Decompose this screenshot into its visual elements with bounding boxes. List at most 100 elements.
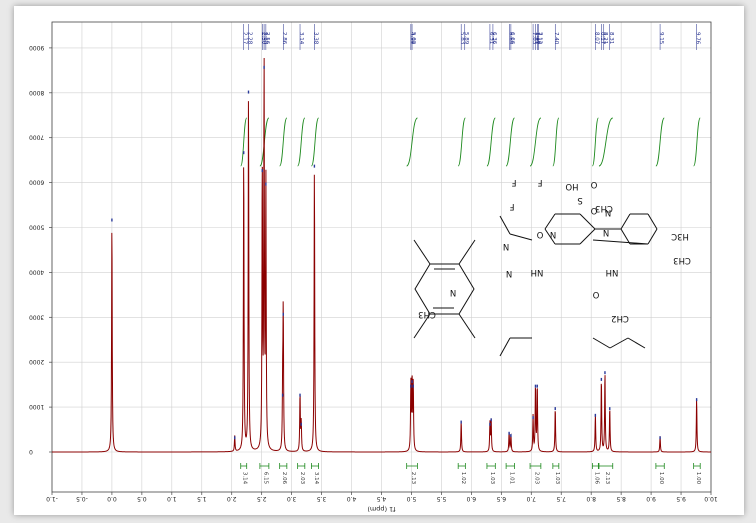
integral-value: 2.06 bbox=[281, 472, 287, 485]
integral-curve bbox=[457, 117, 466, 167]
x-tick-label: 4.0 bbox=[347, 495, 357, 502]
peak-label: 7.40 bbox=[553, 32, 559, 45]
bond bbox=[458, 313, 476, 339]
x-tick-label: 8.5 bbox=[616, 495, 626, 502]
x-tick-label: 0.5 bbox=[137, 495, 147, 502]
bond bbox=[544, 213, 556, 230]
atom-label-n-pyr2: N bbox=[603, 227, 609, 237]
x-tick-label: 6.0 bbox=[466, 495, 476, 502]
peak-label: 8.31 bbox=[608, 32, 614, 44]
bond bbox=[509, 233, 533, 241]
atom-label-f3: F bbox=[537, 177, 542, 187]
integral-curve bbox=[693, 117, 701, 167]
peak-label: 7.12 bbox=[536, 32, 542, 44]
integral-value: 3.14 bbox=[242, 472, 248, 485]
bond bbox=[627, 337, 646, 349]
x-tick-label: 7.5 bbox=[556, 495, 566, 502]
molecule-atom-labels: FFFOHOSOOCH3N NNH3CCH3NHOCH2NHNNNCH3 bbox=[418, 177, 691, 323]
y-tick-label: 8000 bbox=[29, 89, 44, 96]
atom-label-nh-link: NH bbox=[531, 267, 544, 277]
x-tick-label: 9.5 bbox=[676, 495, 686, 502]
x-tick-label: 3.0 bbox=[287, 495, 297, 502]
peak-label: 5.89 bbox=[463, 32, 469, 45]
x-tick-label: 5.0 bbox=[407, 495, 417, 502]
x-tick-label: 7.0 bbox=[526, 495, 536, 502]
integral-value: 2.13 bbox=[604, 472, 610, 485]
grid bbox=[51, 22, 712, 492]
peak-label: 6.36 bbox=[491, 32, 497, 45]
central-benzene-ring bbox=[414, 263, 475, 315]
y-tick-label: 2000 bbox=[29, 358, 44, 365]
peak-label: 5.02 bbox=[410, 32, 416, 44]
integral-value: 1.03 bbox=[489, 472, 495, 485]
x-tick-label: 0.0 bbox=[107, 495, 117, 502]
x-tick-label: -0.5 bbox=[76, 495, 88, 502]
bond bbox=[609, 337, 629, 349]
integral-curves bbox=[240, 117, 701, 167]
y-tick-label: 6000 bbox=[29, 179, 44, 186]
atom-label-h3c: H3C bbox=[671, 231, 689, 241]
atom-label-n-pym2: N bbox=[506, 268, 512, 278]
integral-value: 1.03 bbox=[554, 472, 560, 485]
y-tick-label: 1000 bbox=[29, 403, 44, 410]
integral-curve bbox=[406, 117, 418, 167]
y-tick-label: 3000 bbox=[29, 313, 44, 320]
peak-label: 3.14 bbox=[298, 32, 304, 45]
x-tick-label: 1.0 bbox=[167, 495, 177, 502]
integral-value: 1.00 bbox=[695, 472, 701, 485]
integral-curve bbox=[529, 117, 542, 167]
bond bbox=[579, 213, 596, 230]
bond bbox=[413, 239, 431, 265]
atom-label-o-amide: O bbox=[592, 289, 599, 299]
peak-label: 6.66 bbox=[509, 32, 515, 45]
x-tick-label: 2.5 bbox=[257, 495, 267, 502]
peak-label: 9.76 bbox=[695, 32, 701, 45]
integral-curve bbox=[240, 117, 248, 167]
x-tick-label: 3.5 bbox=[317, 495, 327, 502]
x-axis-title: f1 (ppm) bbox=[367, 505, 395, 513]
x-tick-label: 9.0 bbox=[646, 495, 656, 502]
integral-curve bbox=[310, 117, 320, 167]
atom-label-n-amine: N bbox=[605, 207, 611, 217]
atom-label-ho-sulfonic: HO bbox=[565, 181, 578, 191]
atom-label-f1: F bbox=[511, 177, 516, 187]
integral-value: 2.13 bbox=[410, 472, 416, 485]
integral-curve bbox=[505, 117, 515, 167]
x-tick-label: 4.5 bbox=[377, 495, 387, 502]
bond bbox=[592, 239, 649, 245]
atom-label-ch3-nme2: CH3 bbox=[673, 255, 691, 265]
bond bbox=[647, 213, 658, 230]
bond bbox=[620, 213, 631, 230]
y-tick-label: 9000 bbox=[29, 44, 44, 51]
x-tick-label: 1.5 bbox=[197, 495, 207, 502]
atom-label-ch2: CH2 bbox=[611, 313, 629, 323]
y-tick-label: 0 bbox=[29, 448, 33, 455]
nmr-spectrum-chart: -1.0 -0.5 0.0 0.5 1.0 1.5 2.0 2.5 3.0 3.5 4.0 4.5 5.… bbox=[29, 21, 718, 513]
page: -1.0 -0.5 0.0 0.5 1.0 1.5 2.0 2.5 3.0 3.5 4.0 4.5 5.… bbox=[0, 0, 756, 523]
x-tick-label: 8.0 bbox=[586, 495, 596, 502]
integral-value: 1.06 bbox=[593, 472, 599, 485]
integral-value: 1.01 bbox=[508, 472, 514, 484]
peak-label: 2.56 bbox=[264, 32, 270, 45]
y-tick-label: 7000 bbox=[29, 134, 44, 141]
bond bbox=[579, 228, 596, 245]
x-tick-label: 5.5 bbox=[436, 495, 446, 502]
integral-curve bbox=[297, 117, 306, 167]
atom-label-n-indole: N bbox=[450, 287, 456, 297]
atom-label-s: S bbox=[577, 195, 582, 205]
integral-curve bbox=[655, 117, 665, 167]
integral-curve bbox=[279, 117, 288, 167]
y-tick-label: 5000 bbox=[29, 224, 44, 231]
peak-label: 3.38 bbox=[312, 32, 318, 45]
peak-label: 8.07 bbox=[593, 32, 599, 45]
bond bbox=[458, 239, 476, 265]
integral-curve bbox=[486, 117, 496, 167]
integral-value: 2.03 bbox=[299, 472, 305, 485]
bond bbox=[592, 337, 611, 349]
integral-value: 1.02 bbox=[460, 472, 466, 484]
x-tick-label: 2.0 bbox=[227, 495, 237, 502]
atom-label-n-pyr1: N bbox=[550, 229, 556, 239]
integration-labels: 3.14 6.15 2.06 2.03 3.14 2.13 1.02 1.03 1.01 2.03… bbox=[240, 463, 701, 485]
atom-label-nh-amide: NH bbox=[606, 267, 619, 277]
atom-label-o-ether: O bbox=[536, 229, 543, 239]
